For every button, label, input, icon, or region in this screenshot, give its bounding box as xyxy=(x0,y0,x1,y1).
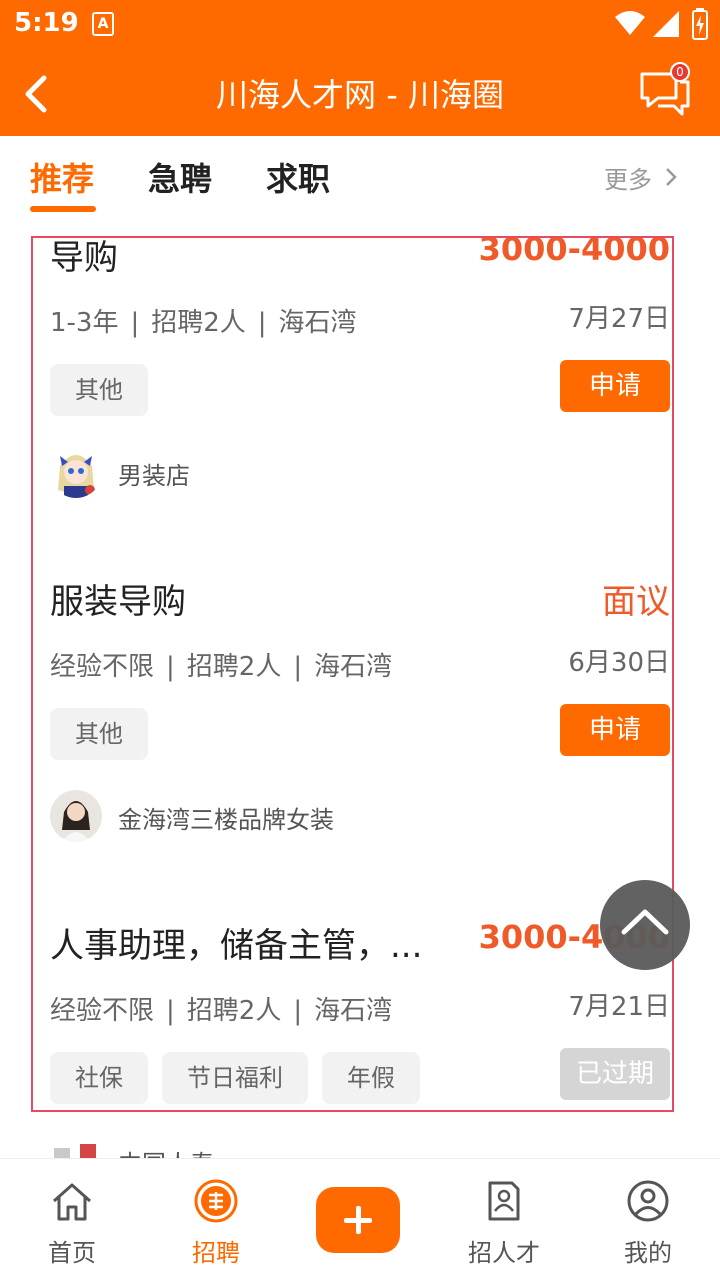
job-tag: 节日福利 xyxy=(162,1052,308,1104)
job-tags: 其他 xyxy=(50,708,162,760)
add-post-button[interactable] xyxy=(316,1187,400,1253)
job-salary: 面议 xyxy=(602,582,670,622)
job-salary: 3000-4000 xyxy=(478,230,670,268)
apply-button[interactable]: 申请 xyxy=(560,360,670,412)
job-tag: 其他 xyxy=(50,364,148,416)
job-tags: 其他 xyxy=(50,364,162,416)
top-navbar: 川海人才网 - 川海圈 0 xyxy=(0,50,720,136)
bottom-tab-label: 首页 xyxy=(48,1239,96,1267)
company-avatar xyxy=(50,446,102,498)
job-list: 导购 3000-4000 1-3年 | 招聘2人 | 海石湾 7月27日 其他 申请 男… xyxy=(0,226,720,1158)
recruit-icon xyxy=(194,1179,238,1223)
status-bar: 5:19 A xyxy=(0,0,720,50)
tab-recommended[interactable]: 推荐 xyxy=(30,154,94,200)
job-title: 导购 xyxy=(50,238,118,278)
more-link[interactable]: 更多 xyxy=(604,160,678,195)
bottom-tab-label: 招人才 xyxy=(468,1239,540,1267)
message-count-badge: 0 xyxy=(670,62,690,82)
home-icon xyxy=(53,1183,91,1221)
job-tags: 社保 节日福利 年假 xyxy=(50,1052,434,1104)
company-name: 男装店 xyxy=(118,462,190,490)
job-headcount: 招聘2人 xyxy=(186,996,282,1026)
job-meta: 经验不限 | 招聘2人 | 海石湾 xyxy=(50,646,392,683)
job-title: 服装导购 xyxy=(50,582,186,622)
job-tag: 社保 xyxy=(50,1052,148,1104)
meta-separator: | xyxy=(293,652,303,682)
bottom-tab-mine[interactable]: 我的 xyxy=(588,1159,708,1280)
job-date: 6月30日 xyxy=(568,648,670,678)
expired-button: 已过期 xyxy=(560,1048,670,1100)
bottom-tab-label: 招聘 xyxy=(192,1239,240,1267)
signal-icon xyxy=(653,11,679,37)
meta-separator: | xyxy=(293,996,303,1026)
job-date: 7月27日 xyxy=(568,304,670,334)
company-name: 金海湾三楼品牌女装 xyxy=(118,806,334,834)
chevron-right-icon xyxy=(665,168,677,186)
tab-urgent[interactable]: 急聘 xyxy=(148,154,212,200)
job-experience: 经验不限 xyxy=(50,652,155,682)
bottom-tab-home[interactable]: 首页 xyxy=(12,1159,132,1280)
job-tag: 其他 xyxy=(50,708,148,760)
apply-button[interactable]: 申请 xyxy=(560,704,670,756)
meta-separator: | xyxy=(166,996,175,1026)
bottom-tab-talent[interactable]: 招人才 xyxy=(444,1159,564,1280)
job-card[interactable]: 服装导购 面议 经验不限 | 招聘2人 | 海石湾 6月30日 其他 申请 金海湾三楼品… xyxy=(50,574,670,864)
bottom-tab-bar: 首页 招聘 招人才 我的 xyxy=(0,1158,720,1280)
meta-separator: | xyxy=(130,308,140,338)
tab-job-seeking[interactable]: 求职 xyxy=(266,154,330,200)
job-headcount: 招聘2人 xyxy=(151,308,246,338)
job-meta: 经验不限 | 招聘2人 | 海石湾 xyxy=(50,990,392,1027)
job-location: 海石湾 xyxy=(314,652,393,682)
meta-separator: | xyxy=(166,652,175,682)
meta-separator: | xyxy=(257,308,267,338)
job-location: 海石湾 xyxy=(314,996,393,1026)
job-title: 人事助理，储备主管，... xyxy=(50,926,423,966)
job-experience: 1-3年 xyxy=(50,308,119,338)
company-avatar xyxy=(50,790,102,842)
more-label: 更多 xyxy=(604,166,652,194)
battery-charging-icon xyxy=(692,8,708,40)
status-time: 5:19 xyxy=(14,8,79,38)
company-avatar xyxy=(50,1134,102,1158)
job-card[interactable]: 人事助理，储备主管，... 3000-4000 经验不限 | 招聘2人 | 海石湾 7月… xyxy=(50,918,670,1158)
job-headcount: 招聘2人 xyxy=(186,652,282,682)
job-card[interactable]: 导购 3000-4000 1-3年 | 招聘2人 | 海石湾 7月27日 其他 申请 男… xyxy=(50,230,670,520)
bottom-tab-label: 我的 xyxy=(624,1239,672,1267)
resume-icon xyxy=(488,1181,520,1221)
page-title: 川海人才网 - 川海圈 xyxy=(216,76,504,114)
scroll-to-top-button[interactable] xyxy=(600,880,690,970)
job-location: 海石湾 xyxy=(278,308,357,338)
job-meta: 1-3年 | 招聘2人 | 海石湾 xyxy=(50,302,357,339)
job-experience: 经验不限 xyxy=(50,996,155,1026)
wifi-icon xyxy=(615,11,645,35)
active-tab-indicator xyxy=(30,206,96,212)
company-name: 中国人寿 xyxy=(118,1144,214,1158)
category-tabs: 推荐 急聘 求职 更多 xyxy=(0,136,720,226)
bottom-tab-recruit[interactable]: 招聘 xyxy=(156,1159,276,1280)
notification-app-icon: A xyxy=(92,12,114,36)
job-date: 7月21日 xyxy=(568,992,670,1022)
job-tag: 年假 xyxy=(322,1052,420,1104)
profile-icon xyxy=(627,1180,669,1222)
